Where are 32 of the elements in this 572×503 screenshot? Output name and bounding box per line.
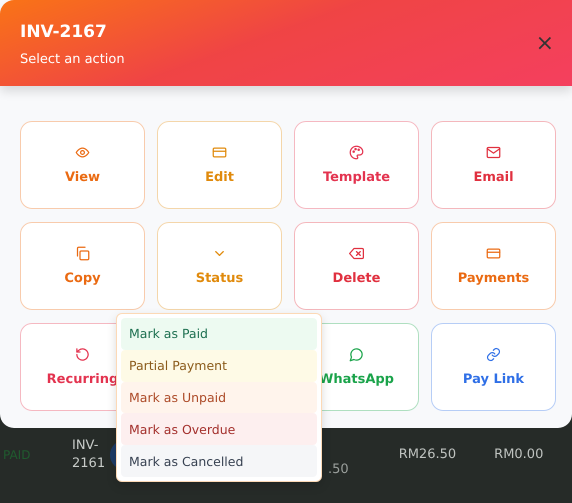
refresh-icon: [75, 347, 90, 362]
action-button[interactable]: Copy: [20, 222, 145, 310]
menu-item[interactable]: Mark as Paid: [121, 318, 317, 350]
action-button[interactable]: View: [20, 121, 145, 209]
menu-item[interactable]: Mark as Cancelled: [121, 445, 317, 477]
action-button[interactable]: Payments: [431, 222, 556, 310]
card-icon: [486, 246, 501, 261]
palette-icon: [349, 145, 364, 160]
mail-icon: [486, 145, 501, 160]
invoice-number: 2161: [72, 454, 102, 472]
dialog-title: INV-2167: [20, 22, 108, 42]
amount-text: .50: [328, 462, 349, 477]
menu-item[interactable]: Partial Payment: [121, 350, 317, 382]
total-text: RM26.50: [398, 447, 456, 462]
backspace-icon: [349, 246, 364, 261]
close-button[interactable]: ×: [534, 30, 556, 56]
action-button[interactable]: Delete: [294, 222, 419, 310]
copy-icon: [75, 246, 90, 261]
action-button[interactable]: Pay Link: [431, 323, 556, 411]
action-button[interactable]: Status: [157, 222, 282, 310]
eye-icon: [75, 145, 90, 160]
action-button[interactable]: Email: [431, 121, 556, 209]
action-button[interactable]: Template: [294, 121, 419, 209]
menu-item[interactable]: Mark as Overdue: [121, 413, 317, 446]
action-button[interactable]: Edit: [157, 121, 282, 209]
link-icon: [486, 347, 501, 362]
dialog-subtitle: Select an action: [20, 52, 125, 66]
balance-text: RM0.00: [494, 447, 544, 462]
menu-item[interactable]: Mark as Unpaid: [121, 382, 317, 414]
chat-icon: [349, 347, 364, 362]
card-icon: [212, 145, 227, 160]
invoice-number: INV-: [72, 436, 100, 454]
